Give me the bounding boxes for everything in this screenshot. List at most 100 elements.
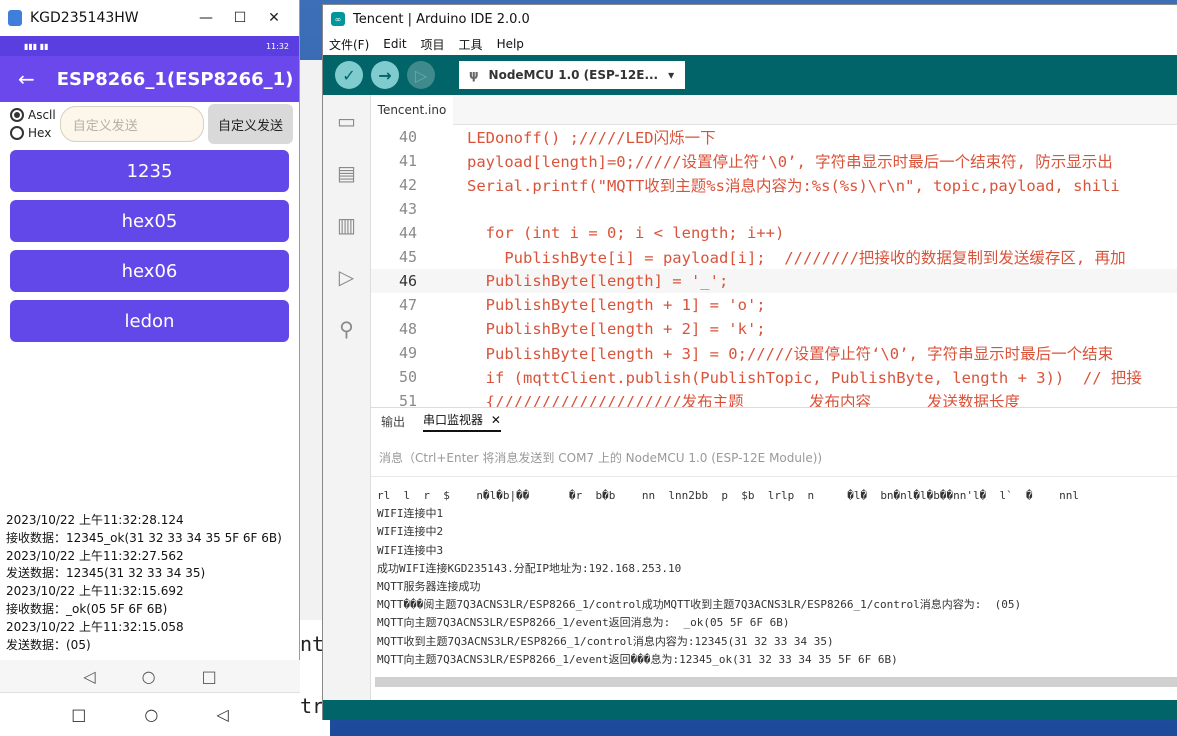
log-line: 2023/10/22 上午11:32:15.692 — [6, 584, 184, 599]
code-text: {////////////////////发布主题 发布内容 发送数据长度 — [467, 393, 1020, 407]
debug-button[interactable]: ▷ — [407, 61, 435, 89]
code-text: PublishByte[length + 3] = 0;/////设置停止符‘\… — [467, 345, 1114, 363]
nav-back-icon[interactable]: ◁ — [83, 667, 95, 686]
preset-button[interactable]: hex06 — [10, 250, 289, 292]
tab-serial-monitor-label: 串口监视器 — [423, 413, 484, 427]
radio-hex-label: Hex — [28, 126, 52, 140]
nav-home-icon[interactable]: ○ — [142, 667, 156, 686]
code-line: 48 PublishByte[length + 2] = 'k'; — [371, 317, 1177, 341]
code-line: 45 PublishByte[i] = payload[i]; ////////… — [371, 245, 1177, 269]
search-icon[interactable]: ⚲ — [323, 303, 370, 355]
log-line: 2023/10/22 上午11:32:28.124 — [6, 513, 184, 527]
tab-tencent-ino[interactable]: Tencent.ino — [371, 95, 453, 125]
line-number: 43 — [398, 200, 417, 218]
close-icon[interactable]: ✕ — [491, 413, 501, 427]
mirror-recents-icon[interactable]: □ — [71, 705, 86, 724]
nav-recents-icon[interactable]: □ — [202, 667, 217, 686]
debug-icon[interactable]: ▷ — [323, 251, 370, 303]
back-arrow-icon[interactable]: ← — [18, 67, 35, 91]
minimize-icon[interactable]: — — [189, 10, 223, 26]
serial-line: rl l r $ n�l�b|�� �r b�b nn lnn2bb p $b … — [377, 489, 1079, 502]
code-text: PublishByte[length + 2] = 'k'; — [467, 320, 766, 338]
tab-output[interactable]: 输出 — [381, 413, 405, 430]
radio-hex[interactable]: Hex — [10, 126, 56, 140]
code-line: 47 PublishByte[length + 1] = 'o'; — [371, 293, 1177, 317]
serial-line: WIFI连接中2 — [377, 525, 444, 539]
log-line: 接收数据：_ok(05 5F 6F 6B) — [6, 601, 168, 616]
serial-output: rl l r $ n�l�b|�� �r b�b nn lnn2bb p $b … — [371, 477, 1177, 669]
phone-status-bar: ▮▮▮ ▮▮ 11:32 — [0, 36, 299, 56]
code-text: for (int i = 0; i < length; i++) — [467, 224, 785, 242]
code-line: 44 for (int i = 0; i < length; i++) — [371, 221, 1177, 245]
tab-serial-monitor[interactable]: 串口监视器 ✕ — [423, 411, 501, 432]
line-number: 45 — [398, 248, 417, 266]
preset-button[interactable]: hex05 — [10, 200, 289, 242]
serial-line: MQTT向主题7Q3ACNS3LR/ESP8266_1/event返回���息为… — [377, 652, 898, 666]
code-editor[interactable]: 40 LEDonoff() ;/////LED闪烁一下 41 payload[len… — [371, 125, 1177, 407]
radio-unchecked-icon — [10, 126, 24, 140]
line-number: 40 — [398, 128, 417, 146]
app-bar: ← ESP8266_1(ESP8266_1) — [0, 56, 299, 102]
horizontal-scrollbar[interactable] — [375, 677, 1177, 687]
code-line-current: 46 PublishByte[length] = '_'; — [371, 269, 1177, 293]
serial-message-input[interactable]: 消息（Ctrl+Enter 将消息发送到 COM7 上的 NodeMCU 1.0… — [371, 435, 1177, 477]
chevron-down-icon: ▾ — [668, 68, 675, 82]
folder-icon[interactable]: ▭ — [323, 95, 370, 147]
line-number: 41 — [398, 152, 417, 170]
code-line: 40 LEDonoff() ;/////LED闪烁一下 — [371, 125, 1177, 149]
android-nav-bar: ◁ ○ □ — [0, 660, 300, 692]
custom-send-row: Ascll Hex 自定义发送 自定义发送 — [0, 102, 299, 146]
verify-button[interactable]: ✓ — [335, 61, 363, 89]
menu-edit[interactable]: Edit — [383, 37, 406, 51]
serial-monitor: 消息（Ctrl+Enter 将消息发送到 COM7 上的 NodeMCU 1.0… — [371, 435, 1177, 697]
custom-send-input[interactable]: 自定义发送 — [59, 106, 205, 142]
status-time: 11:32 — [265, 41, 289, 51]
ide-toolbar: ✓ → ▷ ψ NodeMCU 1.0 (ESP-12E... ▾ — [323, 55, 1177, 95]
close-icon[interactable]: ✕ — [257, 10, 291, 26]
line-number: 48 — [398, 320, 417, 338]
board-manager-icon[interactable]: ▤ — [323, 147, 370, 199]
custom-send-button[interactable]: 自定义发送 — [208, 104, 293, 144]
code-text: Serial.printf("MQTT收到主题%s消息内容为:%s(%s)\r\… — [467, 177, 1120, 195]
library-icon[interactable]: ▥ — [323, 199, 370, 251]
log-line: 接收数据：12345_ok(31 32 33 34 35 5F 6F 6B) — [6, 530, 282, 545]
upload-button[interactable]: → — [371, 61, 399, 89]
ide-body: ▭ ▤ ▥ ▷ ⚲ Tencent.ino 40 LEDonoff() ;////… — [323, 95, 1177, 720]
menu-help[interactable]: Help — [497, 37, 524, 51]
radio-checked-icon — [10, 108, 24, 122]
preset-button[interactable]: 1235 — [10, 150, 289, 192]
editor-tab-bar: Tencent.ino — [371, 95, 1177, 125]
serial-line: MQTT向主题7Q3ACNS3LR/ESP8266_1/event返回消息为: … — [377, 616, 790, 630]
line-number: 42 — [398, 176, 417, 194]
menu-sketch[interactable]: 项目 — [421, 36, 445, 53]
phone-titlebar: KGD235143HW — ☐ ✕ — [0, 0, 299, 36]
board-name: NodeMCU 1.0 (ESP-12E... — [488, 68, 659, 82]
line-number: 50 — [398, 368, 417, 386]
line-number: 49 — [398, 344, 417, 362]
mirror-back-icon[interactable]: ◁ — [216, 705, 228, 724]
code-line: 50 if (mqttClient.publish(PublishTopic, … — [371, 365, 1177, 389]
ide-titlebar: ∞ Tencent | Arduino IDE 2.0.0 — [323, 5, 1177, 33]
mirror-nav-bar: □ ○ ◁ — [0, 692, 300, 736]
menu-file[interactable]: 文件(F) — [329, 36, 369, 53]
preset-button-list: 1235 hex05 hex06 ledon — [0, 146, 299, 342]
radio-ascii-label: Ascll — [28, 108, 56, 122]
line-number: 51 — [398, 392, 417, 407]
line-number: 46 — [398, 272, 417, 290]
menu-tools[interactable]: 工具 — [459, 36, 483, 53]
arduino-ide-window: ∞ Tencent | Arduino IDE 2.0.0 文件(F) Edit… — [322, 4, 1177, 720]
line-number: 47 — [398, 296, 417, 314]
preset-button[interactable]: ledon — [10, 300, 289, 342]
serial-line: MQTT收到主题7Q3ACNS3LR/ESP8266_1/control消息内容… — [377, 634, 834, 648]
maximize-icon[interactable]: ☐ — [223, 10, 257, 26]
radio-ascii[interactable]: Ascll — [10, 108, 56, 122]
serial-line: 成功WIFI连接KGD235143.分配IP地址为:192.168.253.10 — [377, 561, 682, 575]
board-selector[interactable]: ψ NodeMCU 1.0 (ESP-12E... ▾ — [459, 61, 685, 89]
code-line: 42 Serial.printf("MQTT收到主题%s消息内容为:%s(%s)\… — [371, 173, 1177, 197]
bottom-panel-tabs: 输出 串口监视器 ✕ — [371, 407, 1177, 435]
phone-mirror-window: KGD235143HW — ☐ ✕ ▮▮▮ ▮▮ 11:32 ← ESP8266… — [0, 0, 300, 736]
code-text: LEDonoff() ;/////LED闪烁一下 — [467, 129, 716, 147]
mirror-home-icon[interactable]: ○ — [144, 705, 158, 724]
encoding-radio-group: Ascll Hex — [10, 108, 56, 140]
code-text: payload[length]=0;/////设置停止符‘\0’, 字符串显示时… — [467, 153, 1113, 171]
